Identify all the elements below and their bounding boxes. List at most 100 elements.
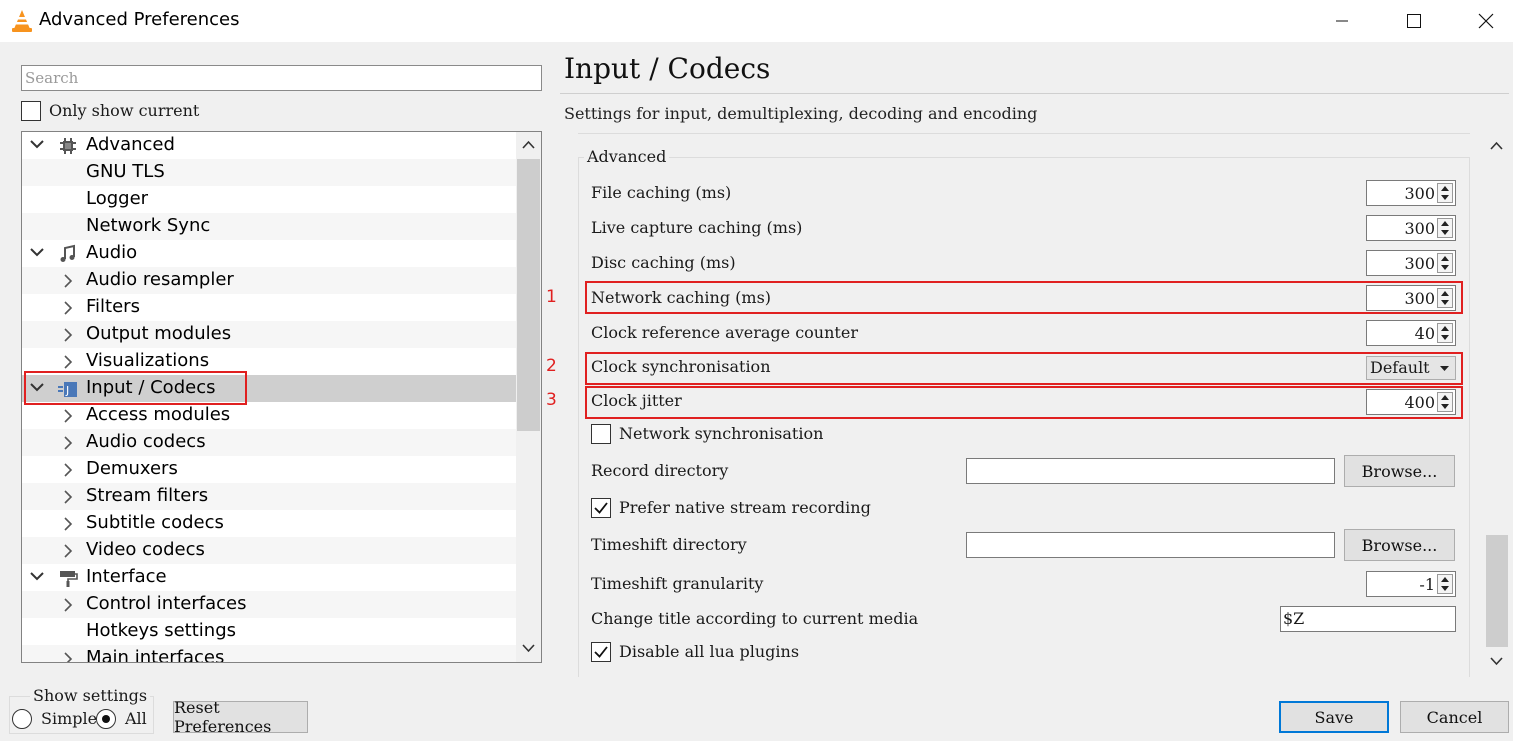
clock-ref-spinbox[interactable]: 40 xyxy=(1366,320,1456,346)
scroll-up-icon[interactable] xyxy=(1490,141,1503,150)
chevron-right-icon[interactable] xyxy=(63,463,73,477)
chevron-right-icon[interactable] xyxy=(63,274,73,288)
scroll-down-icon[interactable] xyxy=(522,644,535,653)
network-caching-label: Network caching (ms) xyxy=(591,288,772,307)
tree-item-label: Audio resampler xyxy=(86,269,234,290)
change-title-input[interactable]: $Z xyxy=(1280,606,1456,632)
tree-item[interactable]: Advanced xyxy=(22,132,516,159)
chevron-right-icon[interactable] xyxy=(63,328,73,342)
spin-up-down-icon xyxy=(1441,291,1449,305)
timeshift-dir-input[interactable] xyxy=(966,532,1335,558)
spin-up-down-icon xyxy=(1441,256,1449,270)
chevron-right-icon[interactable] xyxy=(63,301,73,315)
timeshift-browse-button[interactable]: Browse... xyxy=(1344,529,1455,561)
close-button[interactable] xyxy=(1450,0,1513,42)
marker-2: 2 xyxy=(546,356,557,376)
tree-item[interactable]: Filters xyxy=(22,294,516,321)
radio-dot-icon xyxy=(102,715,110,723)
disable-lua-checkbox[interactable] xyxy=(591,642,611,662)
tree-item-label: Advanced xyxy=(86,134,175,155)
clock-jitter-label: Clock jitter xyxy=(591,391,682,410)
only-show-current-checkbox[interactable] xyxy=(21,101,41,121)
reset-preferences-button[interactable]: Reset Preferences xyxy=(173,698,308,736)
tree-item[interactable]: Video codecs xyxy=(22,537,516,564)
tree-item[interactable]: Audio xyxy=(22,240,516,267)
record-browse-button[interactable]: Browse... xyxy=(1344,455,1455,487)
chevron-right-icon[interactable] xyxy=(63,490,73,504)
search-input[interactable] xyxy=(21,65,542,91)
live-caching-label: Live capture caching (ms) xyxy=(591,218,803,237)
tree-item[interactable]: Output modules xyxy=(22,321,516,348)
spin-arrows-icon[interactable] xyxy=(1437,323,1453,343)
cancel-button[interactable]: Cancel xyxy=(1400,701,1509,733)
settings-scroll-thumb[interactable] xyxy=(1486,535,1508,647)
scroll-down-icon[interactable] xyxy=(1490,657,1503,666)
spin-arrows-icon[interactable] xyxy=(1437,183,1453,203)
tree-scrollbar[interactable] xyxy=(516,132,541,662)
show-settings-label: Show settings xyxy=(30,686,151,705)
live-caching-value: 300 xyxy=(1404,219,1435,238)
tree-item[interactable]: Logger xyxy=(22,186,516,213)
chevron-right-icon[interactable] xyxy=(63,436,73,450)
vlc-cone-icon xyxy=(12,10,32,32)
timeshift-gran-label: Timeshift granularity xyxy=(591,574,764,593)
spin-up-down-icon xyxy=(1441,577,1449,591)
spin-arrows-icon[interactable] xyxy=(1437,288,1453,308)
spin-arrows-icon[interactable] xyxy=(1437,392,1453,412)
chevron-down-icon[interactable] xyxy=(30,139,44,149)
save-button[interactable]: Save xyxy=(1279,701,1389,733)
record-dir-input[interactable] xyxy=(966,458,1335,484)
tree-scroll-thumb[interactable] xyxy=(517,159,540,431)
all-radio[interactable] xyxy=(96,709,116,729)
chevron-down-icon[interactable] xyxy=(30,571,44,581)
minimize-button[interactable] xyxy=(1306,0,1378,42)
marker-1: 1 xyxy=(546,287,557,307)
maximize-button[interactable] xyxy=(1378,0,1450,42)
chevron-right-icon[interactable] xyxy=(63,517,73,531)
paint-roller-icon xyxy=(60,571,78,587)
tree-item[interactable]: Demuxers xyxy=(22,456,516,483)
tree-item[interactable]: Main interfaces xyxy=(22,645,516,663)
tree-item[interactable]: Audio codecs xyxy=(22,429,516,456)
network-sync-label: Network synchronisation xyxy=(619,424,824,443)
native-recording-label: Prefer native stream recording xyxy=(619,498,871,517)
tree-item[interactable]: GNU TLS xyxy=(22,159,516,186)
section-title: Input / Codecs xyxy=(564,52,771,85)
network-caching-spinbox[interactable]: 300 xyxy=(1366,285,1456,311)
tree-item[interactable]: Interface xyxy=(22,564,516,591)
chevron-right-icon[interactable] xyxy=(63,598,73,612)
tree-item-label: Demuxers xyxy=(86,458,178,479)
chevron-right-icon[interactable] xyxy=(63,544,73,558)
spin-arrows-icon[interactable] xyxy=(1437,253,1453,273)
tree-item[interactable]: Network Sync xyxy=(22,213,516,240)
native-recording-checkbox[interactable] xyxy=(591,498,611,518)
scroll-up-icon[interactable] xyxy=(522,140,535,149)
spin-arrows-icon[interactable] xyxy=(1437,218,1453,238)
tree-item-label: Network Sync xyxy=(86,215,211,236)
tree-item[interactable]: Hotkeys settings xyxy=(22,618,516,645)
clock-jitter-spinbox[interactable]: 400 xyxy=(1366,389,1456,415)
chevron-right-icon[interactable] xyxy=(63,652,73,663)
music-note-icon xyxy=(60,244,75,262)
tree-item-label: Main interfaces xyxy=(86,647,225,663)
network-sync-checkbox[interactable] xyxy=(591,424,611,444)
disc-caching-spinbox[interactable]: 300 xyxy=(1366,250,1456,276)
file-caching-spinbox[interactable]: 300 xyxy=(1366,180,1456,206)
tree-item[interactable]: Access modules xyxy=(22,402,516,429)
tree-item[interactable]: Stream filters xyxy=(22,483,516,510)
clock-sync-value: Default xyxy=(1370,358,1430,377)
tree-item[interactable]: Control interfaces xyxy=(22,591,516,618)
live-caching-spinbox[interactable]: 300 xyxy=(1366,215,1456,241)
chevron-right-icon[interactable] xyxy=(63,409,73,423)
tree-item[interactable]: Audio resampler xyxy=(22,267,516,294)
spin-up-down-icon xyxy=(1441,395,1449,409)
chevron-down-icon[interactable] xyxy=(30,247,44,257)
simple-radio[interactable] xyxy=(12,709,32,729)
tree-item[interactable]: Subtitle codecs xyxy=(22,510,516,537)
clock-sync-dropdown[interactable]: Default xyxy=(1366,356,1456,380)
chevron-right-icon[interactable] xyxy=(63,355,73,369)
spin-arrows-icon[interactable] xyxy=(1437,574,1453,594)
divider xyxy=(578,133,1470,134)
simple-label: Simple xyxy=(41,709,98,728)
timeshift-gran-spinbox[interactable]: -1 xyxy=(1366,571,1456,597)
